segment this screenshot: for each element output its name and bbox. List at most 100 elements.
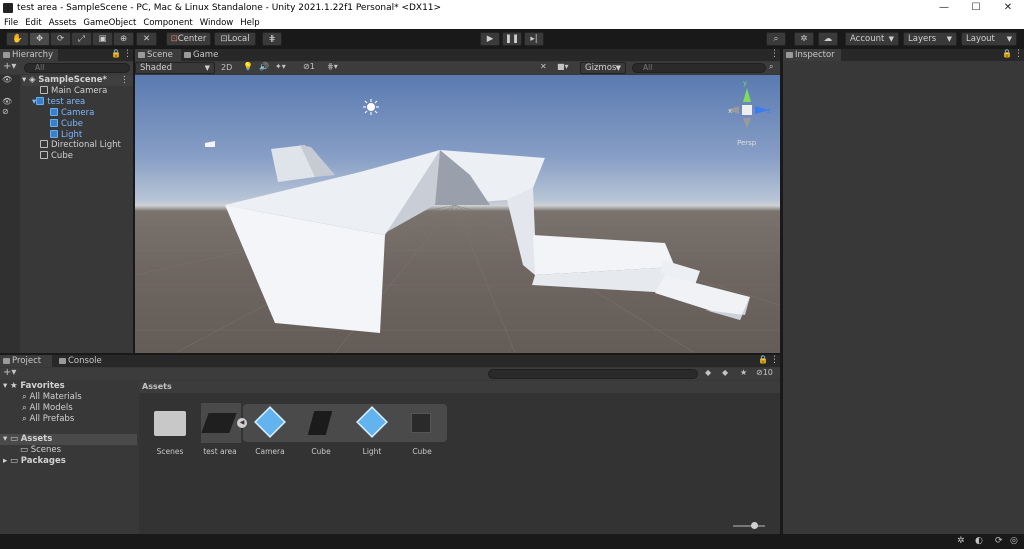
minimize-button[interactable]: — bbox=[929, 0, 959, 16]
eye-icon[interactable]: 👁 bbox=[2, 75, 12, 84]
scene-search-input[interactable]: All bbox=[632, 63, 766, 73]
more-icon[interactable]: ⋮ bbox=[770, 49, 779, 59]
pivot-center-toggle[interactable]: ⊡Center bbox=[166, 32, 211, 46]
tab-scene[interactable]: Scene bbox=[135, 49, 181, 61]
move-tool-button[interactable]: ✥ bbox=[29, 32, 50, 46]
audio-toggle-icon[interactable]: 🔊 bbox=[259, 62, 269, 71]
menu-gameobject[interactable]: GameObject bbox=[83, 18, 136, 28]
favorite-all-prefabs[interactable]: ⌕ All Prefabs bbox=[22, 414, 74, 425]
menu-component[interactable]: Component bbox=[143, 18, 192, 28]
assets-folder-row[interactable]: ▾ ▭ Assets bbox=[0, 434, 137, 445]
expand-arrow-icon[interactable]: ▾ bbox=[3, 381, 7, 391]
auto-generate-icon[interactable]: ⟳ bbox=[995, 536, 1003, 546]
scenes-folder-row[interactable]: ▭ Scenes bbox=[20, 445, 61, 456]
hand-tool-button[interactable]: ✋ bbox=[6, 32, 29, 46]
rect-tool-button[interactable]: ▣ bbox=[92, 32, 113, 46]
transform-tool-button[interactable]: ⊕ bbox=[113, 32, 134, 46]
custom-tool-button[interactable]: ✕ bbox=[136, 32, 157, 46]
pause-button[interactable]: ❚❚ bbox=[502, 32, 522, 46]
tab-hierarchy[interactable]: Hierarchy bbox=[0, 49, 58, 61]
lock-icon[interactable]: 🔒 bbox=[1002, 49, 1012, 58]
tab-console[interactable]: Console bbox=[56, 355, 108, 367]
search-icon[interactable]: ⌕ bbox=[769, 62, 773, 72]
expand-arrow-icon[interactable]: ▸ bbox=[3, 456, 7, 466]
menu-window[interactable]: Window bbox=[200, 18, 234, 28]
menu-help[interactable]: Help bbox=[240, 18, 259, 28]
expand-arrow-icon[interactable]: ▾ bbox=[3, 434, 7, 444]
hierarchy-item-cube[interactable]: Cube bbox=[40, 151, 73, 162]
sun-light-icon[interactable] bbox=[363, 99, 379, 115]
persp-label[interactable]: Persp bbox=[737, 139, 757, 147]
cloud-button[interactable]: ☁ bbox=[818, 32, 838, 46]
play-button[interactable]: ▶ bbox=[480, 32, 500, 46]
assets-breadcrumb[interactable]: Assets bbox=[139, 381, 780, 393]
eye-icon[interactable]: 👁 bbox=[2, 97, 12, 106]
tab-game[interactable]: Game bbox=[181, 49, 225, 61]
label-icon[interactable]: ◆ bbox=[722, 368, 728, 377]
camera-icon[interactable]: ■▾ bbox=[557, 62, 569, 71]
folder-icon[interactable] bbox=[154, 411, 186, 436]
collapse-arrow-icon[interactable]: ◀ bbox=[237, 418, 247, 428]
effects-toggle-icon[interactable]: ✦▾ bbox=[275, 62, 286, 71]
zoom-slider-track[interactable] bbox=[733, 525, 765, 527]
debug-icon[interactable]: ✲ bbox=[957, 536, 965, 546]
hierarchy-item-light[interactable]: Light bbox=[50, 130, 82, 141]
cube-thumbnail[interactable] bbox=[411, 413, 431, 433]
camera-gizmo-icon[interactable] bbox=[205, 141, 215, 147]
orientation-gizmo[interactable] bbox=[727, 88, 769, 128]
lighting-toggle-icon[interactable]: 💡 bbox=[243, 62, 253, 71]
hierarchy-search-input[interactable]: All bbox=[24, 63, 130, 73]
progress-icon[interactable]: ◐ bbox=[975, 536, 983, 546]
more-icon[interactable]: ⋮ bbox=[123, 49, 132, 59]
rotate-tool-button[interactable]: ⟳ bbox=[50, 32, 71, 46]
layout-dropdown[interactable]: Layout ▼ bbox=[961, 32, 1017, 46]
hierarchy-item-main-camera[interactable]: Main Camera bbox=[40, 86, 107, 97]
packages-folder-row[interactable]: ▸ ▭ Packages bbox=[3, 456, 66, 467]
hidden-objects-icon[interactable]: ⊘1 bbox=[303, 62, 315, 71]
menu-assets[interactable]: Assets bbox=[49, 18, 77, 28]
lock-icon[interactable]: 🔒 bbox=[758, 355, 768, 364]
notification-icon[interactable]: ◎ bbox=[1010, 536, 1018, 546]
grid-snap-button[interactable]: ⋕ bbox=[262, 32, 282, 46]
favorite-all-models[interactable]: ⌕ All Models bbox=[22, 403, 73, 414]
eye-slash-icon[interactable]: ⊘ bbox=[2, 107, 9, 116]
space-local-toggle[interactable]: ⊡Local bbox=[214, 32, 256, 46]
hierarchy-item-camera[interactable]: Camera bbox=[50, 108, 94, 119]
tab-project[interactable]: Project bbox=[0, 355, 52, 367]
grid-toggle-icon[interactable]: ⋕▾ bbox=[327, 62, 338, 71]
shading-mode-dropdown[interactable]: Shaded ▼ bbox=[135, 62, 215, 74]
more-icon[interactable]: ⋮ bbox=[770, 355, 779, 365]
account-dropdown[interactable]: Account ▼ bbox=[845, 32, 899, 46]
expand-arrow-icon[interactable]: ▾ bbox=[22, 75, 26, 85]
favorites-header[interactable]: ▾ ★ Favorites bbox=[3, 381, 65, 392]
project-search-input[interactable] bbox=[488, 369, 698, 379]
menu-edit[interactable]: Edit bbox=[25, 18, 41, 28]
hierarchy-item-test-area[interactable]: ▾ test area bbox=[32, 97, 85, 108]
collab-button[interactable]: ✲ bbox=[794, 32, 814, 46]
scene-root-row[interactable]: ▾ ◈ SampleScene* ⋮ bbox=[22, 75, 133, 86]
close-button[interactable]: ✕ bbox=[993, 0, 1023, 16]
star-icon[interactable]: ★ bbox=[740, 368, 747, 377]
hierarchy-item-cube-child[interactable]: Cube bbox=[50, 119, 83, 130]
lock-icon[interactable]: 🔒 bbox=[111, 49, 121, 58]
scene-viewport[interactable]: y x z Persp bbox=[135, 75, 780, 353]
search-button[interactable]: ⌕ bbox=[766, 32, 786, 46]
add-icon[interactable]: +▾ bbox=[3, 367, 16, 378]
tab-inspector[interactable]: Inspector bbox=[783, 49, 841, 61]
zoom-slider-handle[interactable] bbox=[751, 522, 758, 529]
favorite-all-materials[interactable]: ⌕ All Materials bbox=[22, 392, 82, 403]
tools-icon[interactable]: ✕ bbox=[540, 62, 547, 71]
step-button[interactable]: ▸| bbox=[524, 32, 544, 46]
layers-dropdown[interactable]: Layers ▼ bbox=[903, 32, 957, 46]
hierarchy-item-directional-light[interactable]: Directional Light bbox=[40, 140, 121, 151]
more-icon[interactable]: ⋮ bbox=[120, 75, 129, 86]
maximize-button[interactable]: ☐ bbox=[961, 0, 991, 16]
gizmos-dropdown[interactable]: Gizmos ▼ bbox=[580, 62, 626, 74]
toggle-2d-button[interactable]: 2D bbox=[221, 63, 232, 72]
menu-file[interactable]: File bbox=[4, 18, 18, 28]
hidden-packages-icon[interactable]: ⊘10 bbox=[756, 368, 773, 377]
add-icon[interactable]: +▾ bbox=[3, 61, 16, 72]
filter-type-icon[interactable]: ◆ bbox=[705, 368, 711, 377]
more-icon[interactable]: ⋮ bbox=[1014, 49, 1023, 59]
scale-tool-button[interactable]: ⤢ bbox=[71, 32, 92, 46]
